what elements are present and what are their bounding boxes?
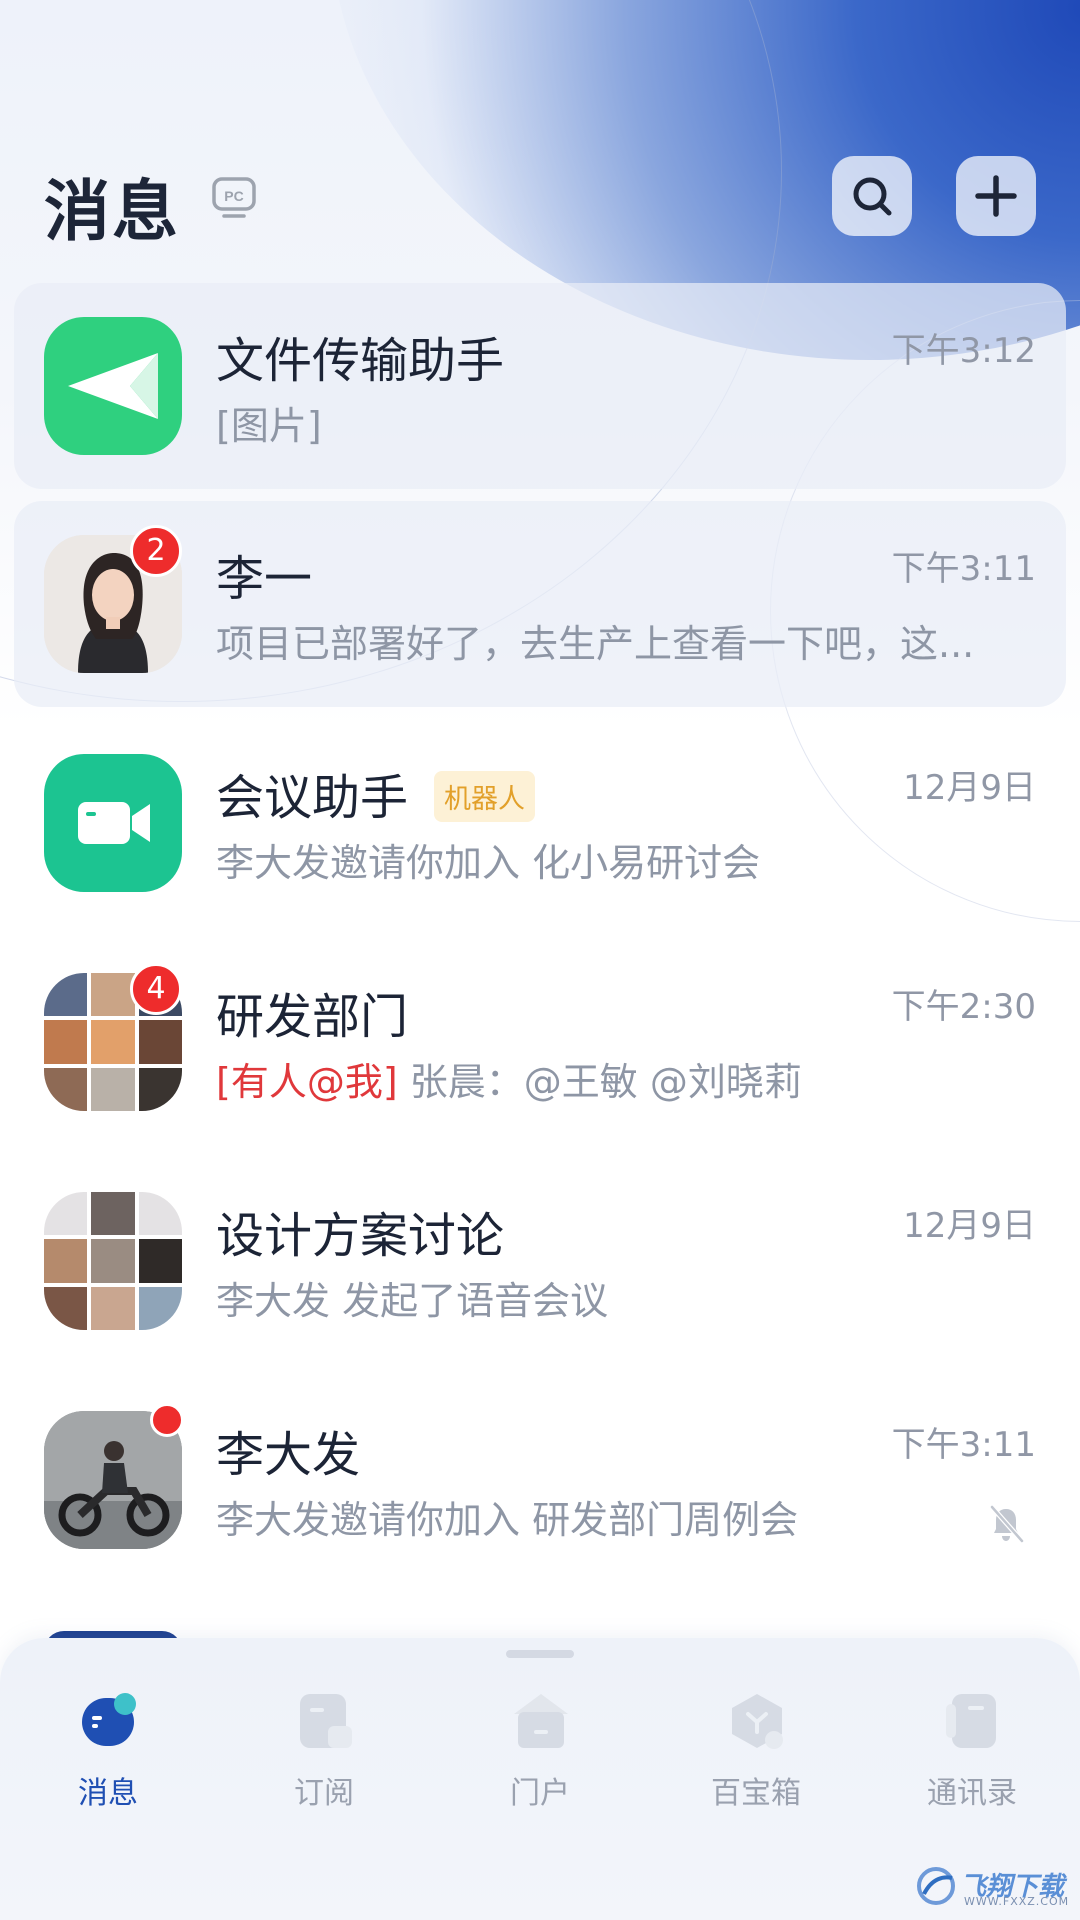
contacts-icon: [946, 1694, 996, 1748]
watermark-swirl-icon: [917, 1867, 955, 1905]
conversation-time: 下午2:30: [891, 987, 1036, 1027]
conversation-preview: 项目已部署好了，去生产上查看一下吧，这...: [216, 622, 975, 666]
conversation-item-design-discussion[interactable]: 设计方案讨论 李大发 发起了语音会议 12月9日: [14, 1158, 1066, 1364]
conversation-preview: [图片]: [216, 404, 322, 448]
file-transfer-avatar: [44, 317, 182, 455]
unread-badge: 4: [130, 963, 182, 1015]
watermark-logo: 飞翔下载 WWW.FXXZ.COM: [914, 1864, 1068, 1910]
unread-dot: [150, 1403, 184, 1437]
tab-contacts[interactable]: 通讯录: [897, 1690, 1047, 1820]
conversation-name: 李大发: [216, 1427, 361, 1483]
conversation-name: 李一: [216, 551, 313, 607]
conversation-preview: 李大发邀请你加入 化小易研讨会: [216, 841, 761, 885]
subscribe-icon: [300, 1694, 352, 1748]
tab-label: 订阅: [294, 1776, 354, 1811]
paper-plane-icon: [68, 353, 158, 419]
mention-flag: [有人@我]: [216, 1060, 398, 1104]
page-title: 消息: [44, 173, 180, 250]
pc-monitor-icon[interactable]: PC: [210, 174, 258, 222]
conversation-name: 文件传输助手: [216, 333, 505, 389]
toolbox-icon: [732, 1694, 783, 1749]
conversation-time: 下午3:12: [891, 331, 1036, 371]
unread-badge: 2: [130, 525, 182, 577]
drag-handle[interactable]: [506, 1650, 574, 1658]
tab-messages[interactable]: 消息: [33, 1690, 183, 1820]
message-icon: [82, 1693, 136, 1746]
tab-label: 消息: [78, 1776, 138, 1811]
meeting-assistant-avatar: [44, 754, 182, 892]
conversation-time: 12月9日: [903, 768, 1036, 808]
conversation-time: 12月9日: [903, 1206, 1036, 1246]
search-button[interactable]: [832, 156, 912, 236]
tab-subscribe[interactable]: 订阅: [249, 1690, 399, 1820]
conversation-time: 下午3:11: [891, 549, 1036, 589]
conversation-name: 会议助手 机器人: [216, 758, 536, 828]
conversation-preview: 李大发 发起了语音会议: [216, 1279, 609, 1323]
portal-icon: [514, 1694, 568, 1748]
conversation-item-meeting-assistant[interactable]: 会议助手 机器人 李大发邀请你加入 化小易研讨会 12月9日: [14, 720, 1066, 926]
conversation-item-li-dafa[interactable]: 李大发 李大发邀请你加入 研发部门周例会 下午3:11: [14, 1377, 1066, 1583]
bell-mute-icon: [990, 1505, 1024, 1543]
video-camera-icon: [78, 802, 150, 844]
svg-text:PC: PC: [224, 188, 243, 204]
tab-portal[interactable]: 门户: [465, 1690, 615, 1820]
top-header: 消息 PC: [0, 150, 1080, 250]
conversation-time: 下午3:11: [891, 1425, 1036, 1465]
tab-label: 门户: [510, 1776, 570, 1811]
add-button[interactable]: [956, 156, 1036, 236]
conversation-name: 设计方案讨论: [216, 1208, 505, 1264]
conversation-item-file-transfer[interactable]: 文件传输助手 [图片] 下午3:12: [14, 283, 1066, 489]
group-avatar: [44, 1192, 182, 1330]
conversation-preview: [有人@我] 张晨：@王敏 @刘晓莉: [216, 1060, 802, 1104]
conversation-name: 研发部门: [216, 989, 409, 1045]
conversation-item-li-yi[interactable]: 2 李一 项目已部署好了，去生产上查看一下吧，这... 下午3:11: [14, 501, 1066, 707]
plus-icon: [975, 175, 1017, 217]
conversation-item-rd-department[interactable]: 4 研发部门 [有人@我] 张晨：@王敏 @刘晓莉 下午2:30: [14, 939, 1066, 1145]
conversation-preview: 李大发邀请你加入 研发部门周例会: [216, 1498, 799, 1542]
group-photo-grid: [44, 1192, 182, 1330]
robot-tag: 机器人: [434, 771, 536, 822]
tab-toolbox[interactable]: 百宝箱: [681, 1690, 831, 1820]
tab-label: 通讯录: [927, 1776, 1017, 1811]
search-icon: [853, 177, 892, 216]
tab-label: 百宝箱: [711, 1776, 801, 1811]
